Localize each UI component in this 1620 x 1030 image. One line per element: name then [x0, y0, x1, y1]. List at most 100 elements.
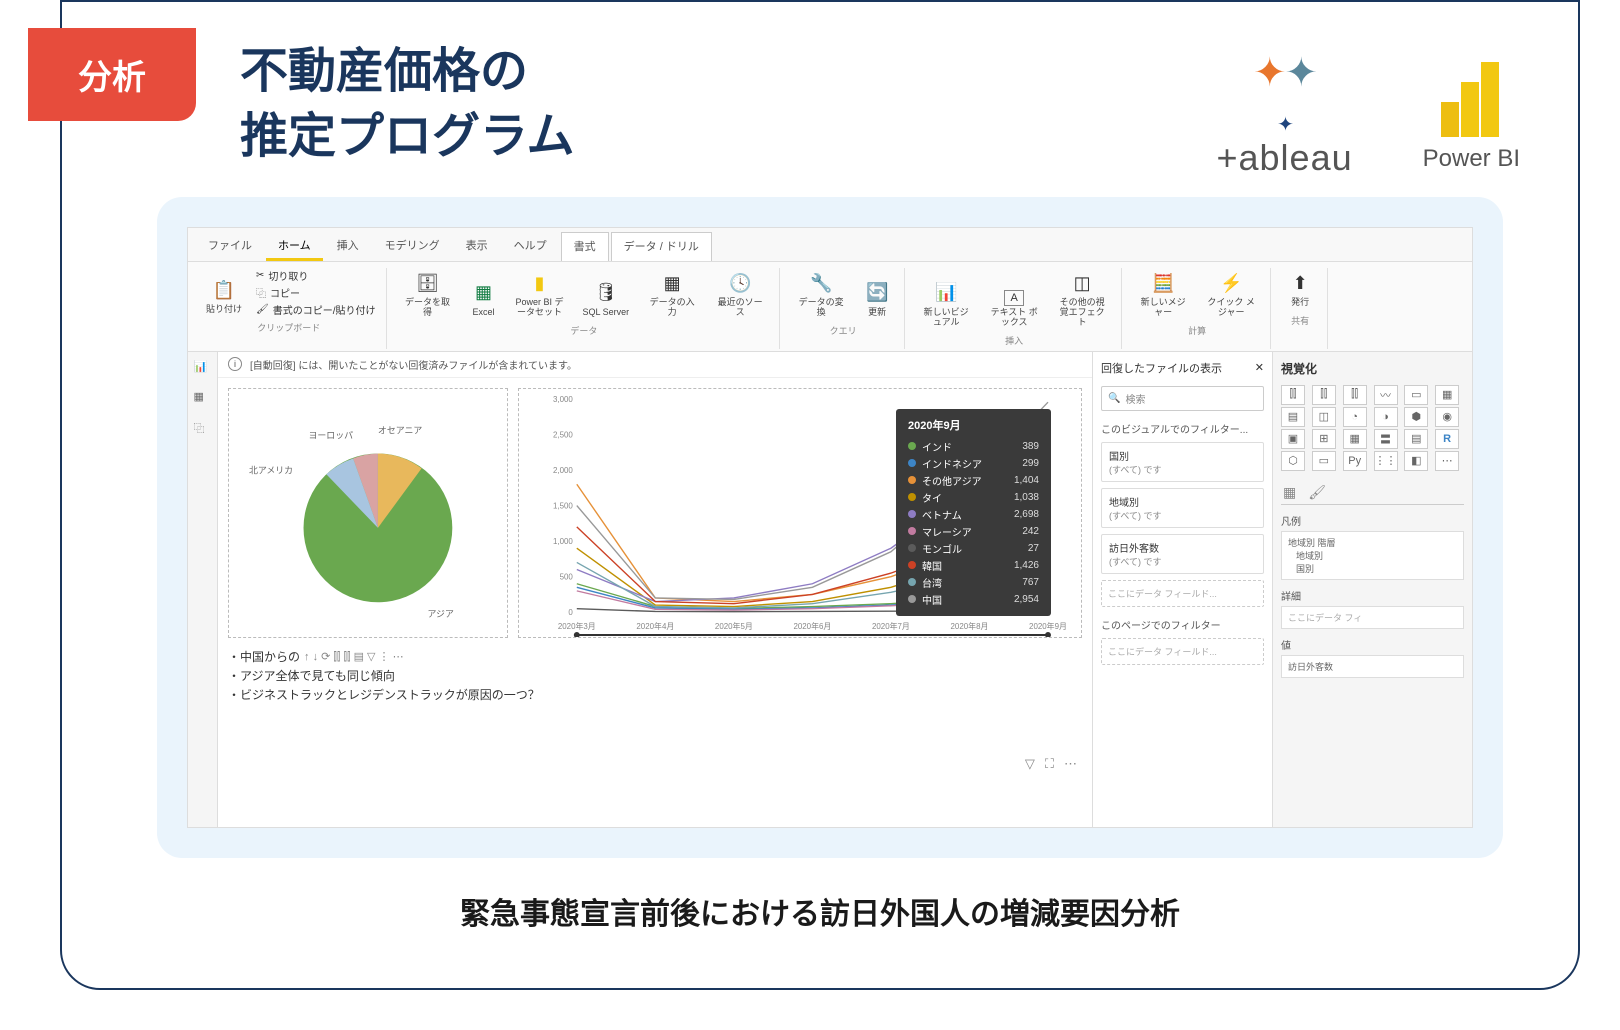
svg-text:2020年3月: 2020年3月	[558, 621, 596, 631]
tooltip-title: 2020年9月	[908, 417, 1039, 433]
ribbon-group-insert: 📊新しいビジュアル Aテキスト ボックス ◫その他の視覚エフェクト 挿入	[907, 268, 1122, 349]
publish-button[interactable]: ⬆発行	[1283, 268, 1317, 310]
page-filters-title: このページでのフィルター	[1101, 617, 1264, 632]
report-canvas[interactable]: ヨーロッパ オセアニア 北アメリカ アジア 05001,0001,5002,00…	[218, 378, 1092, 827]
paste-button[interactable]: 📋貼り付け	[202, 275, 246, 317]
visualizations-pane: 視覚化 ⫿⫿ ⫿⫿ ⫿⫿ 〰 ▭ ▦ ▤ ◫ ◔ ◑ ⬢ ◉ ▣ ⊞ ▦ 〓 ▤ R ⬡ ▭ Py ⋮⋮ ◧ ⋯ ▦ 🖌…	[1272, 352, 1472, 827]
new-visual-button[interactable]: 📊新しいビジュアル	[917, 278, 975, 330]
detail-well-title: 詳細	[1281, 588, 1464, 603]
svg-text:2020年4月: 2020年4月	[636, 621, 674, 631]
values-well[interactable]: 訪日外客数	[1281, 655, 1464, 678]
pie-chart-visual[interactable]: ヨーロッパ オセアニア 北アメリカ アジア	[228, 388, 508, 638]
tab-file[interactable]: ファイル	[196, 232, 264, 261]
viz-type-icon[interactable]: ⫿⫿	[1343, 385, 1367, 405]
refresh-button[interactable]: 🔄更新	[860, 278, 894, 320]
app-body: 📊 ▦ ⿻ i [自動回復] には、開いたことがない回復済みファイルが含まれてい…	[188, 352, 1472, 827]
viz-type-icon[interactable]: ⬡	[1281, 451, 1305, 471]
filter-card-visitors[interactable]: 訪日外客数 (すべて) です	[1101, 534, 1264, 574]
textbox-button[interactable]: Aテキスト ボックス	[985, 288, 1043, 330]
textbox-icon: A	[1004, 290, 1024, 306]
tab-view[interactable]: 表示	[454, 232, 500, 261]
viz-type-icon[interactable]: ◉	[1435, 407, 1459, 427]
cut-button[interactable]: ✂切り取り	[256, 268, 308, 283]
tab-format[interactable]: 書式	[561, 232, 609, 261]
svg-text:2,500: 2,500	[553, 430, 573, 439]
tab-help[interactable]: ヘルプ	[502, 232, 559, 261]
viz-pane-title: 視覚化	[1281, 360, 1464, 377]
viz-type-icon[interactable]: ⬢	[1404, 407, 1428, 427]
filter-icon[interactable]: ▽	[1025, 756, 1035, 772]
more-visuals-button[interactable]: ◫その他の視覚エフェクト	[1053, 268, 1111, 330]
left-rail: 📊 ▦ ⿻	[188, 352, 218, 827]
close-icon[interactable]: ✕	[1255, 361, 1264, 374]
notes-block: ・中国からの↑ ↓ ⟳ ⫿⫿ ⫿⫿ ▤ ▽ ⋮ ⋯ ・アジア全体で見ても同じ傾向…	[228, 648, 1082, 706]
legend-well[interactable]: 地域別 階層 地域別 国別	[1281, 531, 1464, 580]
focus-icon[interactable]: ⛶	[1045, 756, 1054, 772]
excel-button[interactable]: ▦Excel	[467, 278, 501, 320]
filter-card-country[interactable]: 国別 (すべて) です	[1101, 442, 1264, 482]
ribbon-group-data: 🗄データを取得 ▦Excel ▮Power BI データセット 🛢SQL Ser…	[389, 268, 781, 349]
note-3: ・ビジネストラックとレジデンストラックが原因の一つ？	[228, 686, 1082, 705]
pbi-dataset-button[interactable]: ▮Power BI データセット	[511, 268, 569, 320]
viz-type-icon[interactable]: 〰	[1374, 385, 1398, 405]
format-tab-icon[interactable]: 🖌	[1306, 481, 1328, 504]
report-view-icon[interactable]: 📊	[194, 360, 212, 378]
viz-gallery: ⫿⫿ ⫿⫿ ⫿⫿ 〰 ▭ ▦ ▤ ◫ ◔ ◑ ⬢ ◉ ▣ ⊞ ▦ 〓 ▤ R ⬡ ▭ Py ⋮⋮ ◧ ⋯	[1281, 385, 1464, 471]
viz-type-icon[interactable]: ⫿⫿	[1312, 385, 1336, 405]
filter-card-region[interactable]: 地域別 (すべて) です	[1101, 488, 1264, 528]
tab-home[interactable]: ホーム	[266, 232, 323, 261]
transform-button[interactable]: 🔧データの変換	[792, 268, 850, 320]
viz-type-icon[interactable]: ▦	[1435, 385, 1459, 405]
detail-well[interactable]: ここにデータ フィ	[1281, 606, 1464, 629]
viz-type-icon[interactable]: ▦	[1343, 429, 1367, 449]
enter-data-button[interactable]: ▦データの入力	[643, 268, 701, 320]
search-input[interactable]: 🔍 検索	[1101, 386, 1264, 411]
viz-type-icon[interactable]: 〓	[1374, 429, 1398, 449]
viz-type-icon[interactable]: ◧	[1404, 451, 1428, 471]
data-view-icon[interactable]: ▦	[194, 390, 212, 408]
get-data-button[interactable]: 🗄データを取得	[399, 268, 457, 320]
filter-dropzone-2[interactable]: ここにデータ フィールド...	[1101, 638, 1264, 665]
viz-type-icon[interactable]: ▤	[1404, 429, 1428, 449]
svg-text:アジア: アジア	[428, 609, 454, 619]
search-icon: 🔍	[1108, 393, 1120, 404]
viz-type-icon[interactable]: Py	[1343, 451, 1367, 471]
viz-type-icon[interactable]: ▤	[1281, 407, 1305, 427]
sql-button[interactable]: 🛢SQL Server	[579, 278, 634, 320]
viz-type-icon[interactable]: ▣	[1281, 429, 1305, 449]
more-icon[interactable]: ⋯	[1064, 756, 1077, 772]
format-painter-button[interactable]: 🖌書式のコピー/貼り付け	[256, 302, 375, 317]
recent-sources-button[interactable]: 🕓最近のソース	[711, 268, 769, 320]
chart-icon: 📊	[933, 280, 959, 306]
svg-text:3,000: 3,000	[553, 395, 573, 404]
viz-type-icon[interactable]: ◫	[1312, 407, 1336, 427]
outer-card: ファイル ホーム 挿入 モデリング 表示 ヘルプ 書式 データ / ドリル 📋貼…	[60, 0, 1580, 990]
refresh-icon: 🔄	[864, 280, 890, 306]
line-chart-visual[interactable]: 05001,0001,5002,0002,5003,0002020年3月2020…	[518, 388, 1082, 638]
note-toolbar-icons: ↑ ↓ ⟳ ⫿⫿ ⫿⫿ ▤ ▽ ⋮ ⋯	[304, 649, 404, 667]
quick-measure-button[interactable]: ⚡クイック メジャー	[1202, 268, 1260, 320]
viz-type-icon[interactable]: ◔	[1343, 407, 1367, 427]
viz-type-icon[interactable]: ▭	[1404, 385, 1428, 405]
table-icon: ▦	[659, 270, 685, 296]
model-view-icon[interactable]: ⿻	[194, 420, 212, 438]
filter-dropzone-1[interactable]: ここにデータ フィールド...	[1101, 580, 1264, 607]
tab-modeling[interactable]: モデリング	[373, 232, 452, 261]
tab-data-drill[interactable]: データ / ドリル	[611, 232, 712, 261]
viz-type-icon[interactable]: R	[1435, 429, 1459, 449]
tab-insert[interactable]: 挿入	[325, 232, 371, 261]
filter-pane: 回復したファイルの表示 ✕ 🔍 検索 このビジュアルでのフィルター... 国別 …	[1092, 352, 1272, 827]
svg-text:2,000: 2,000	[553, 466, 573, 475]
viz-type-icon[interactable]: ⊞	[1312, 429, 1336, 449]
fields-tab-icon[interactable]: ▦	[1281, 481, 1298, 504]
recovered-files-header: 回復したファイルの表示	[1101, 360, 1222, 376]
viz-type-icon[interactable]: ⫿⫿	[1281, 385, 1305, 405]
new-measure-button[interactable]: 🧮新しいメジャー	[1134, 268, 1192, 320]
chart-tooltip: 2020年9月 インド389インドネシア299その他アジア1,404タイ1,03…	[896, 409, 1051, 616]
viz-type-icon[interactable]: ⋯	[1435, 451, 1459, 471]
visual-filters-title: このビジュアルでのフィルター...	[1101, 421, 1264, 436]
copy-button[interactable]: ⿻コピー	[256, 285, 300, 300]
viz-type-icon[interactable]: ▭	[1312, 451, 1336, 471]
viz-type-icon[interactable]: ◑	[1374, 407, 1398, 427]
viz-type-icon[interactable]: ⋮⋮	[1374, 451, 1398, 471]
